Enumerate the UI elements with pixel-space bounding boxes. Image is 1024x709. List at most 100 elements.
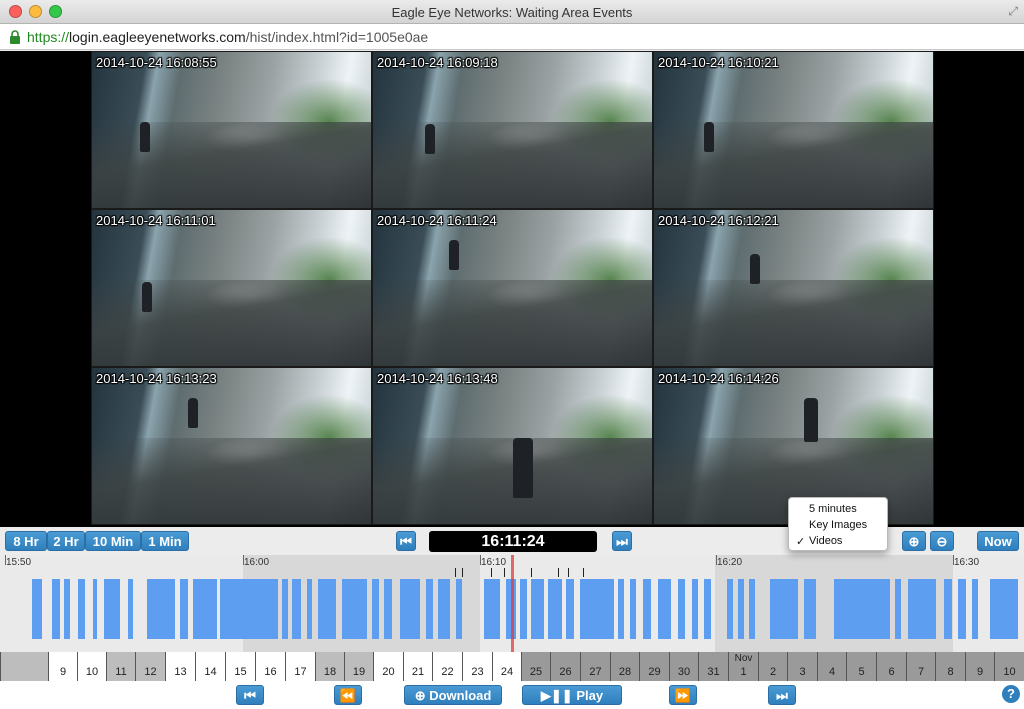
day-cell[interactable]: 10 (994, 652, 1024, 681)
event-timeline[interactable]: 15:50 16:00 16:10 16:20 16:30 (0, 555, 1024, 652)
day-cell[interactable]: 3 (787, 652, 817, 681)
day-cell[interactable]: 27 (580, 652, 610, 681)
day-cell[interactable]: 18 (315, 652, 344, 681)
day-cell[interactable]: 11 (106, 652, 135, 681)
window-title: Eagle Eye Networks: Waiting Area Events (391, 5, 633, 20)
timeline-tick-label: 15:50 (6, 557, 32, 568)
camera-thumbnail[interactable]: 2014-10-24 16:11:24 (372, 209, 653, 367)
day-cell[interactable]: 16 (255, 652, 285, 681)
zoom-in-icon: ⊕ (908, 534, 920, 549)
download-button[interactable]: ⊕ Download (404, 685, 502, 705)
url-text[interactable]: https://login.eagleeyenetworks.com/hist/… (27, 29, 428, 45)
fast-forward-icon: ⏩ (674, 688, 692, 703)
day-cell[interactable]: 9 (965, 652, 994, 681)
skip-to-end-icon: ⏭ (776, 688, 788, 703)
timeline-tick-label: 16:20 (717, 557, 743, 568)
day-cell[interactable]: 6 (876, 652, 906, 681)
day-cell[interactable]: 9 (48, 652, 77, 681)
menu-item-videos[interactable]: ✓ Videos (796, 535, 843, 548)
day-cell[interactable]: 26 (550, 652, 580, 681)
camera-timestamp: 2014-10-24 16:13:48 (377, 371, 498, 386)
range-10min-button[interactable]: 10 Min (85, 531, 141, 551)
camera-timestamp: 2014-10-24 16:11:24 (377, 213, 497, 228)
skip-previous-icon: ⏮ (400, 534, 412, 549)
day-cell[interactable]: 17 (285, 652, 315, 681)
camera-timestamp: 2014-10-24 16:14:26 (658, 371, 779, 386)
day-cell[interactable]: 28 (610, 652, 639, 681)
rewind-button[interactable]: ⏪ (334, 685, 362, 705)
play-pause-icon: ▶❚❚ (540, 688, 577, 703)
camera-timestamp: 2014-10-24 16:13:23 (96, 371, 217, 386)
day-cell[interactable]: 20 (373, 652, 403, 681)
range-1min-button[interactable]: 1 Min (141, 531, 189, 551)
day-cell[interactable]: 13 (165, 652, 195, 681)
camera-thumbnail[interactable]: 2014-10-24 16:08:55 (91, 51, 372, 209)
day-cell[interactable]: 10 (77, 652, 106, 681)
camera-timestamp: 2014-10-24 16:08:55 (96, 55, 217, 70)
range-8hr-button[interactable]: 8 Hr (5, 531, 47, 551)
rewind-icon: ⏪ (339, 688, 357, 703)
skip-to-end-button[interactable]: ⏭ (768, 685, 796, 705)
checkmark-icon: ✓ (796, 536, 806, 548)
timeline-cursor[interactable] (511, 555, 514, 652)
help-button[interactable]: ? (1002, 685, 1020, 703)
zoom-out-button[interactable]: ⊖ (930, 531, 954, 551)
camera-timestamp: 2014-10-24 16:10:21 (658, 55, 779, 70)
day-cell[interactable]: 30 (669, 652, 698, 681)
fullscreen-icon[interactable]: ⤢ (1008, 4, 1018, 19)
skip-next-icon: ⏭ (616, 534, 628, 549)
day-cell[interactable]: 2 (758, 652, 787, 681)
next-event-button[interactable]: ⏭ (612, 531, 632, 551)
zoom-out-icon: ⊖ (936, 534, 948, 549)
skip-to-start-button[interactable]: ⏮ (236, 685, 264, 705)
zoom-in-button[interactable]: ⊕ (902, 531, 926, 551)
now-button[interactable]: Now (977, 531, 1019, 551)
day-cell[interactable]: 25 (521, 652, 550, 681)
day-cell[interactable]: 8 (935, 652, 965, 681)
day-cell[interactable]: 5 (846, 652, 876, 681)
title-bar: Eagle Eye Networks: Waiting Area Events … (0, 0, 1024, 24)
view-mode-menu: 5 minutes Key Images ✓ Videos (788, 497, 888, 551)
camera-thumbnail[interactable]: 2014-10-24 16:10:21 (653, 51, 934, 209)
menu-item-key-images[interactable]: Key Images (809, 519, 867, 531)
skip-to-start-icon: ⏮ (244, 688, 256, 703)
day-strip[interactable]: 9 10 11 12 13 14 15 16 17 18 19 20 21 22… (0, 652, 1024, 681)
range-2hr-button[interactable]: 2 Hr (47, 531, 85, 551)
day-cell[interactable]: 7 (906, 652, 935, 681)
camera-thumbnail[interactable]: 2014-10-24 16:09:18 (372, 51, 653, 209)
timeline-tick-label: 16:00 (244, 557, 270, 568)
play-button[interactable]: ▶❚❚ Play (522, 685, 622, 705)
camera-thumbnail[interactable]: 2014-10-24 16:12:21 (653, 209, 934, 367)
timeline-tick-label: 16:30 (954, 557, 980, 568)
camera-thumbnail[interactable]: 2014-10-24 16:11:01 (91, 209, 372, 367)
day-cell[interactable]: 21 (403, 652, 432, 681)
day-cell[interactable]: 23 (462, 652, 492, 681)
timeline-tick-label: 16:10 (481, 557, 507, 568)
day-cell[interactable]: 31 (698, 652, 728, 681)
address-bar[interactable]: https://login.eagleeyenetworks.com/hist/… (0, 24, 1024, 50)
menu-item-label: Videos (809, 535, 843, 547)
current-time-display: 16:11:24 (429, 531, 597, 552)
day-cell[interactable]: 15 (225, 652, 255, 681)
fast-forward-button[interactable]: ⏩ (669, 685, 697, 705)
lock-icon (10, 30, 20, 44)
camera-timestamp: 2014-10-24 16:12:21 (658, 213, 779, 228)
camera-timestamp: 2014-10-24 16:11:01 (96, 213, 216, 228)
url-scheme: https:// (27, 29, 70, 45)
menu-item-5-minutes[interactable]: 5 minutes (809, 503, 857, 515)
previous-event-button[interactable]: ⏮ (396, 531, 416, 551)
camera-thumbnail[interactable]: 2014-10-24 16:13:23 (91, 367, 372, 525)
day-cell[interactable]: 19 (344, 652, 373, 681)
day-cell[interactable]: 14 (195, 652, 225, 681)
url-path: /hist/index.html?id=1005e0ae (245, 29, 429, 45)
camera-timestamp: 2014-10-24 16:09:18 (377, 55, 498, 70)
day-cell[interactable]: Nov 1 (728, 652, 758, 681)
day-cell[interactable]: 22 (432, 652, 462, 681)
camera-thumbnail[interactable]: 2014-10-24 16:13:48 (372, 367, 653, 525)
day-cell-current[interactable]: 24 (492, 652, 521, 681)
day-cell[interactable]: 12 (135, 652, 165, 681)
camera-grid: 2014-10-24 16:08:55 2014-10-24 16:09:18 … (91, 51, 935, 526)
url-host: login.eagleeyenetworks.com (69, 29, 246, 45)
day-cell[interactable]: 4 (817, 652, 846, 681)
day-cell[interactable]: 29 (639, 652, 669, 681)
